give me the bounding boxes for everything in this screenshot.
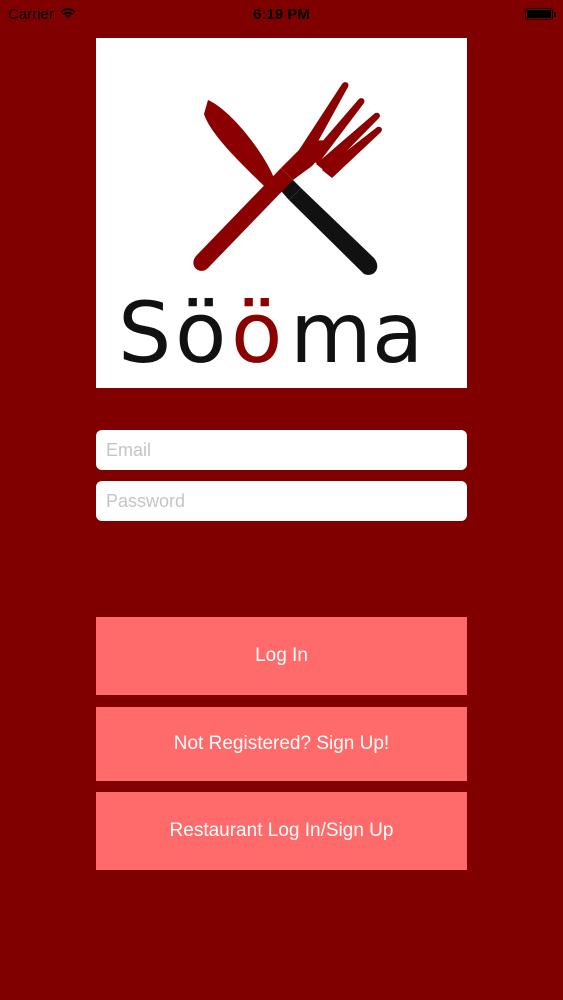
- brand-letter-s: S: [118, 284, 171, 382]
- brand-wordmark: S ö ö ma: [118, 284, 423, 382]
- brand-letter-o-first: ö: [175, 284, 226, 382]
- restaurant-login-button[interactable]: Restaurant Log In/Sign Up: [96, 792, 467, 870]
- signup-button[interactable]: Not Registered? Sign Up!: [96, 707, 467, 781]
- brand-letter-o-second: ö: [231, 284, 282, 382]
- battery-level-fill: [527, 10, 551, 18]
- login-button[interactable]: Log In: [96, 617, 467, 695]
- fork-and-knife-icon: S ö ö ma: [118, 82, 423, 382]
- status-bar: Carrier 6:19 PM: [0, 0, 563, 30]
- app-logo: S ö ö ma: [96, 38, 467, 388]
- password-input[interactable]: [96, 481, 467, 521]
- status-time: 6:19 PM: [253, 6, 310, 23]
- knife-icon: [204, 100, 378, 275]
- brand-letters-ma: ma: [290, 284, 423, 382]
- battery-icon: [525, 8, 556, 20]
- email-input[interactable]: [96, 430, 467, 470]
